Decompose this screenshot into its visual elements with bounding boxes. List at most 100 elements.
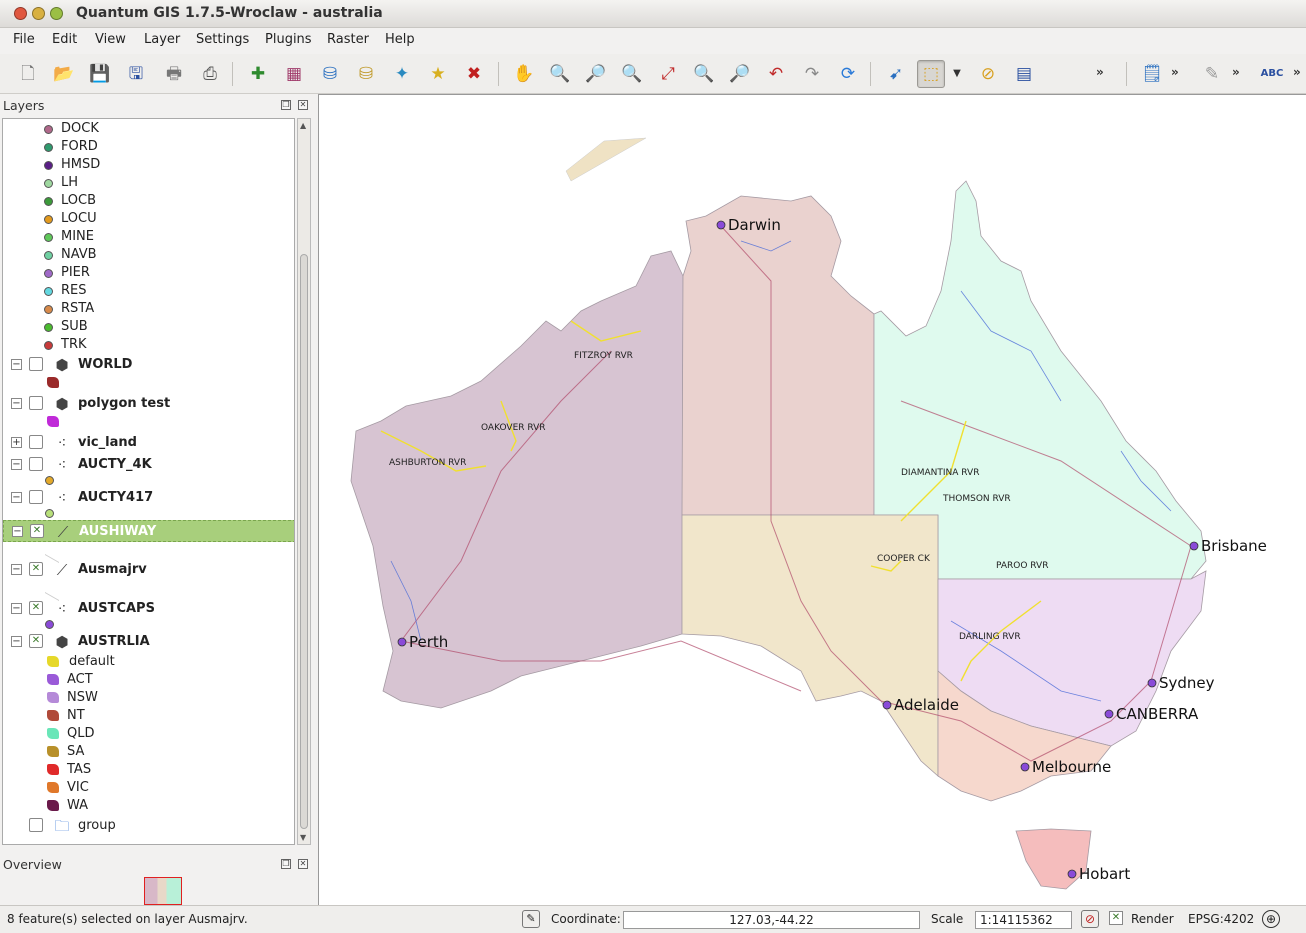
- menu-help[interactable]: Help: [385, 32, 415, 47]
- select-dropdown-icon[interactable]: ▼: [950, 60, 964, 88]
- zoom-out-icon[interactable]: 🔎: [582, 60, 610, 88]
- menu-edit[interactable]: Edit: [52, 32, 77, 47]
- zoom-to-selection-icon[interactable]: 🔍: [690, 60, 718, 88]
- collapse-icon[interactable]: −: [11, 398, 22, 409]
- toolbar-overflow-1[interactable]: »: [1096, 65, 1104, 79]
- layers-panel-float-icon[interactable]: ❐: [281, 100, 291, 110]
- refresh-icon[interactable]: ⟳: [834, 60, 862, 88]
- new-shapefile-icon[interactable]: ★: [424, 60, 452, 88]
- zoom-full-icon[interactable]: ⤢: [654, 60, 682, 88]
- menu-view[interactable]: View: [95, 32, 126, 47]
- save-as-icon[interactable]: 🖫: [122, 60, 150, 88]
- point-symbol-icon: [44, 125, 53, 134]
- scrollbar-thumb[interactable]: [300, 254, 308, 829]
- select-features-icon[interactable]: ⬚: [917, 60, 945, 88]
- layer-row-polygon-test[interactable]: − ⬢ polygon test: [3, 395, 294, 413]
- overview-panel-float-icon[interactable]: ❐: [281, 859, 291, 869]
- add-spatialite-layer-icon[interactable]: ⛁: [352, 60, 380, 88]
- collapse-icon[interactable]: −: [12, 526, 23, 537]
- render-checkbox[interactable]: ✕: [1109, 911, 1123, 925]
- menu-settings[interactable]: Settings: [196, 32, 249, 47]
- toolbar-overflow-4[interactable]: »: [1293, 65, 1301, 79]
- crs-globe-icon[interactable]: ⊕: [1262, 910, 1280, 928]
- layer-row-world[interactable]: − ⬢ WORLD: [3, 356, 294, 374]
- layer-visibility-checkbox[interactable]: ✕: [29, 562, 43, 576]
- river-label: FITZROY RVR: [574, 351, 633, 361]
- remove-layer-icon[interactable]: ✖: [460, 60, 488, 88]
- add-postgis-layer-icon[interactable]: ⛁: [316, 60, 344, 88]
- layer-visibility-checkbox[interactable]: ✕: [29, 601, 43, 615]
- group-visibility-checkbox[interactable]: [29, 818, 43, 832]
- deselect-features-icon[interactable]: ⊘: [974, 60, 1002, 88]
- open-attribute-table-icon[interactable]: ▤: [1010, 60, 1038, 88]
- toolbar-overflow-3[interactable]: »: [1232, 65, 1240, 79]
- zoom-next-icon[interactable]: ↷: [798, 60, 826, 88]
- zoom-in-icon[interactable]: 🔍: [546, 60, 574, 88]
- minimize-window-button[interactable]: [32, 7, 45, 20]
- layer-visibility-checkbox[interactable]: ✕: [29, 634, 43, 648]
- layer-row-group[interactable]: 🗀 group: [3, 817, 294, 835]
- crs-label[interactable]: EPSG:4202: [1188, 912, 1254, 926]
- collapse-icon[interactable]: −: [11, 459, 22, 470]
- stop-render-icon[interactable]: ⊘: [1081, 910, 1099, 928]
- line-layer-icon: ⟋: [56, 561, 68, 579]
- toolbar-overflow-2[interactable]: »: [1171, 65, 1179, 79]
- layer-row-ausmajrv[interactable]: − ✕ ⟋ Ausmajrv: [3, 561, 294, 579]
- overview-extent-box[interactable]: [144, 877, 182, 905]
- add-raster-layer-icon[interactable]: ▦: [280, 60, 308, 88]
- zoom-last-icon[interactable]: ↶: [762, 60, 790, 88]
- legend-class-label: SA: [67, 744, 85, 759]
- open-project-icon[interactable]: 📂: [50, 60, 78, 88]
- menu-file[interactable]: File: [13, 32, 35, 47]
- layer-row-aucty417[interactable]: − ⁖ AUCTY417: [3, 489, 294, 507]
- zoom-actual-size-icon[interactable]: 🔍: [618, 60, 646, 88]
- layer-visibility-checkbox[interactable]: [29, 396, 43, 410]
- collapse-icon[interactable]: −: [11, 359, 22, 370]
- add-wms-layer-icon[interactable]: ✦: [388, 60, 416, 88]
- layer-name: AUSHIWAY: [79, 524, 157, 539]
- layer-visibility-checkbox[interactable]: [29, 357, 43, 371]
- digitizing-tool-icon[interactable]: ✎: [1198, 60, 1226, 88]
- zoom-to-layer-icon[interactable]: 🔎: [726, 60, 754, 88]
- layers-scrollbar[interactable]: ▲ ▼: [297, 118, 311, 845]
- australia-map[interactable]: FITZROY RVR OAKOVER RVR ASHBURTON RVR DI…: [319, 95, 1306, 907]
- collapse-icon[interactable]: −: [11, 564, 22, 575]
- collapse-icon[interactable]: −: [11, 636, 22, 647]
- legend-class-row: LH: [3, 174, 294, 192]
- plugin-tool-icon[interactable]: 🗒: [1138, 60, 1166, 88]
- collapse-icon[interactable]: −: [11, 603, 22, 614]
- save-project-icon[interactable]: 💾: [86, 60, 114, 88]
- polygon-symbol-icon: [47, 377, 59, 388]
- close-window-button[interactable]: [14, 7, 27, 20]
- menu-raster[interactable]: Raster: [327, 32, 369, 47]
- scale-field[interactable]: 1:14115362: [975, 911, 1072, 929]
- map-canvas[interactable]: FITZROY RVR OAKOVER RVR ASHBURTON RVR DI…: [318, 94, 1306, 906]
- layer-visibility-checkbox[interactable]: [29, 490, 43, 504]
- collapse-icon[interactable]: −: [11, 492, 22, 503]
- layer-row-austcaps[interactable]: − ✕ ⁖ AUSTCAPS: [3, 600, 294, 618]
- menu-plugins[interactable]: Plugins: [265, 32, 312, 47]
- overview-panel-close-icon[interactable]: ✕: [298, 859, 308, 869]
- layer-row-aucty-4k[interactable]: − ⁖ AUCTY_4K: [3, 456, 294, 474]
- layer-visibility-checkbox[interactable]: [29, 435, 43, 449]
- layers-panel-close-icon[interactable]: ✕: [298, 100, 308, 110]
- label-tool-icon[interactable]: ABC: [1258, 60, 1286, 88]
- toggle-extents-icon[interactable]: ✎: [522, 910, 540, 928]
- identify-features-icon[interactable]: ➹: [882, 60, 910, 88]
- add-vector-layer-icon[interactable]: ✚: [244, 60, 272, 88]
- layer-visibility-checkbox[interactable]: [29, 457, 43, 471]
- pan-icon[interactable]: ✋: [510, 60, 538, 88]
- expand-icon[interactable]: +: [11, 437, 22, 448]
- menu-layer[interactable]: Layer: [144, 32, 180, 47]
- new-project-icon[interactable]: 🗋: [14, 60, 42, 88]
- layer-row-vic-land[interactable]: + ⁖ vic_land: [3, 434, 294, 452]
- layers-tree: DOCK FORD HMSD LH LOCB LOCU MINE NAVB PI…: [2, 118, 295, 845]
- layer-row-austrlia[interactable]: − ✕ ⬢ AUSTRLIA: [3, 633, 294, 651]
- print-composer-icon[interactable]: 🖶: [160, 60, 188, 88]
- overview-map[interactable]: [2, 873, 313, 907]
- maximize-window-button[interactable]: [50, 7, 63, 20]
- layer-row-aushiway[interactable]: − ✕ ⟋ AUSHIWAY: [3, 520, 294, 542]
- layer-visibility-checkbox[interactable]: ✕: [30, 524, 44, 538]
- print-icon[interactable]: ⎙: [196, 60, 224, 88]
- coordinate-field[interactable]: 127.03,-44.22: [623, 911, 920, 929]
